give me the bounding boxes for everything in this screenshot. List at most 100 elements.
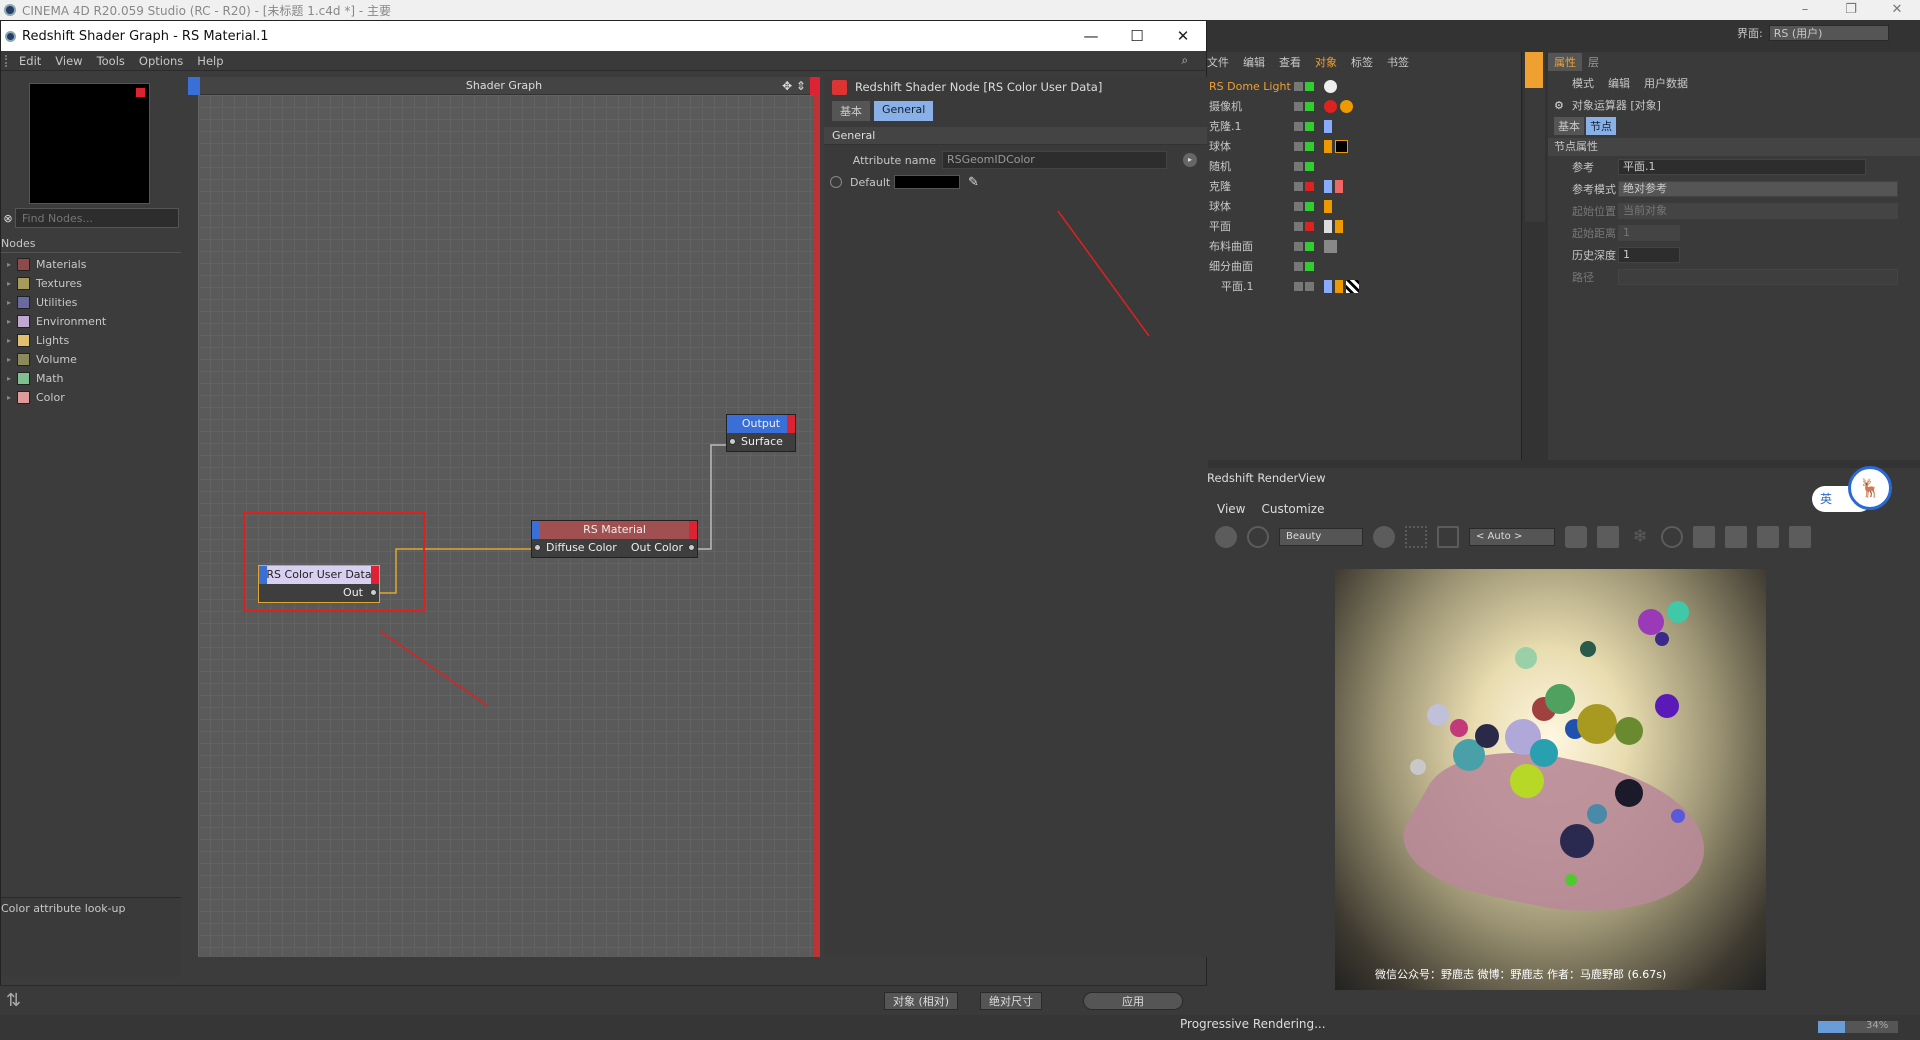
visibility-toggles[interactable] [1294,281,1324,291]
find-nodes-input[interactable] [15,208,179,228]
am-tab-attributes[interactable]: 属性 [1548,53,1582,71]
node-collapse-handle[interactable] [787,415,795,433]
history-depth-field[interactable]: 1 [1618,247,1680,263]
reference-field[interactable]: 平面.1 [1618,159,1866,175]
object-row[interactable]: 克隆.1 [1207,116,1521,136]
effector-tag-icon[interactable] [1324,179,1332,193]
dynamics-tag-icon[interactable] [1335,179,1343,193]
material-tag-icon[interactable] [1324,239,1337,253]
play-icon[interactable] [1215,526,1237,548]
category-lights[interactable]: ▸ Lights [7,331,179,350]
category-utilities[interactable]: ▸ Utilities [7,293,179,312]
lock-icon[interactable] [1565,526,1587,548]
visibility-toggles[interactable] [1294,101,1324,111]
am-subtab-node[interactable]: 节点 [1586,117,1616,135]
visibility-toggles[interactable] [1294,201,1324,211]
circle-icon[interactable] [1661,526,1683,548]
output-port[interactable] [688,544,695,551]
start-distance-field[interactable]: 1 [1618,225,1680,241]
input-port[interactable] [534,544,541,551]
menu-edit[interactable]: Edit [19,54,41,68]
object-row[interactable]: 克隆 [1207,176,1521,196]
cloth-tag-icon[interactable] [1324,219,1332,233]
node-output[interactable]: Output Surface [726,414,796,452]
visibility-toggles[interactable] [1294,261,1324,271]
category-color[interactable]: ▸ Color [7,388,179,407]
path-field[interactable] [1618,269,1898,285]
object-row[interactable]: 球体 [1207,196,1521,216]
effector-tag-icon[interactable] [1324,279,1332,293]
search-icon[interactable]: ⌕ [1182,53,1188,68]
coord-mode-dropdown[interactable]: 对象 (相对) [884,992,959,1010]
graph-left-handle[interactable] [188,77,200,95]
am-menu-mode[interactable]: 模式 [1572,75,1594,91]
tab-basic[interactable]: 基本 [832,101,870,121]
maximize-icon[interactable]: ☐ [1114,21,1160,51]
om-menu-tags[interactable]: 标签 [1351,54,1373,70]
reference-mode-dropdown[interactable]: 绝对参考 [1618,181,1898,197]
visibility-toggles[interactable] [1294,141,1324,151]
dome-tag-icon[interactable] [1324,79,1337,93]
attribute-menu-icon[interactable]: ▸ [1183,153,1197,167]
menu-tools[interactable]: Tools [97,54,125,68]
om-menu-view[interactable]: 查看 [1279,54,1301,70]
tiles-icon[interactable] [1597,526,1619,548]
category-environment[interactable]: ▸ Environment [7,312,179,331]
copy-icon[interactable] [1789,526,1811,548]
close-icon[interactable]: ✕ [1160,21,1206,51]
close-icon[interactable]: ✕ [1874,0,1920,20]
phong-tag-icon[interactable] [1335,219,1343,233]
am-subtab-basic[interactable]: 基本 [1554,117,1584,135]
expand-icon[interactable]: ▸ [7,298,17,307]
default-color-swatch[interactable] [894,175,960,189]
layout-dropdown[interactable]: RS (用户) [1768,25,1889,41]
om-menu-edit[interactable]: 编辑 [1243,54,1265,70]
size-mode-dropdown[interactable]: 绝对尺寸 [980,992,1042,1010]
visibility-toggles[interactable] [1294,181,1324,191]
category-textures[interactable]: ▸ Textures [7,274,179,293]
am-menu-userdata[interactable]: 用户数据 [1644,75,1688,91]
menu-help[interactable]: Help [197,54,223,68]
grid-icon[interactable] [1405,526,1427,548]
visibility-toggles[interactable] [1294,241,1324,251]
add-snapshot-icon[interactable] [1725,526,1747,548]
object-row[interactable]: 布料曲面 [1207,236,1521,256]
deer-logo-icon[interactable]: 🦌 [1848,466,1892,510]
category-volume[interactable]: ▸ Volume [7,350,179,369]
visibility-toggles[interactable] [1294,81,1324,91]
phong-tag-icon[interactable] [1335,279,1343,293]
restore-icon[interactable]: ❐ [1828,0,1874,20]
refresh-icon[interactable] [1247,526,1269,548]
om-menu-file[interactable]: 文件 [1207,54,1229,70]
protection-tag-icon[interactable] [1340,99,1353,113]
camera-tag-icon[interactable] [1324,99,1337,113]
zoom-dropdown[interactable]: < Auto > [1469,528,1555,546]
object-row[interactable]: 细分曲面 [1207,256,1521,276]
node-collapse-handle[interactable] [689,521,697,539]
object-row[interactable]: RS Dome Light [1207,76,1521,96]
pv-icon[interactable] [1757,526,1779,548]
am-tab-layers[interactable]: 层 [1582,53,1605,71]
object-row[interactable]: 随机 [1207,156,1521,176]
node-rs-material[interactable]: RS Material Diffuse Color Out Color [531,520,698,558]
side-tab-objects[interactable] [1525,52,1543,88]
input-port[interactable] [729,438,736,445]
category-math[interactable]: ▸ Math [7,369,179,388]
expand-icon[interactable]: ▸ [7,336,17,345]
eyedropper-icon[interactable]: ✎ [968,175,979,190]
attribute-name-field[interactable]: RSGeomIDColor [942,151,1167,169]
visibility-toggles[interactable] [1294,121,1324,131]
crop-icon[interactable] [1437,526,1459,548]
expand-icon[interactable]: ▸ [7,355,17,364]
phong-tag-icon[interactable] [1324,199,1332,213]
image-icon[interactable] [1693,526,1715,548]
menu-options[interactable]: Options [139,54,183,68]
om-menu-objects[interactable]: 对象 [1315,54,1337,70]
effector-tag-icon[interactable] [1324,119,1332,133]
minimize-icon[interactable]: – [1782,0,1828,20]
rgb-icon[interactable] [1373,526,1395,548]
graph-right-handle[interactable] [810,77,820,95]
expand-icon[interactable]: ▸ [7,374,17,383]
apply-button[interactable]: 应用 [1083,992,1183,1010]
object-row[interactable]: 摄像机 [1207,96,1521,116]
